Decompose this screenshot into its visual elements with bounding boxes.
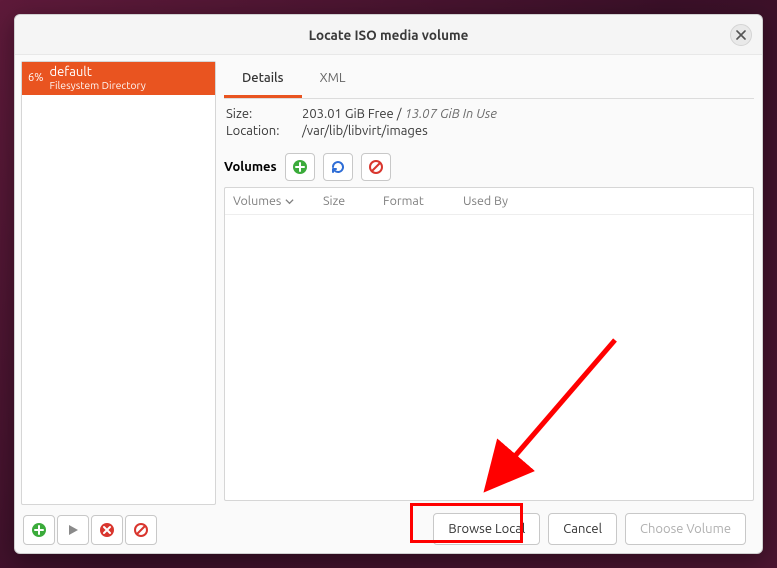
cancel-button[interactable]: Cancel — [548, 513, 617, 545]
volumes-header: Volumes Size Format Used By — [225, 188, 753, 215]
dialog-body: 6% default Filesystem Directory — [15, 55, 762, 553]
chevron-down-icon — [285, 197, 294, 206]
browse-local-button[interactable]: Browse Local — [433, 513, 540, 545]
col-used-by[interactable]: Used By — [463, 194, 745, 208]
pool-name: default — [49, 66, 145, 80]
close-button[interactable] — [730, 24, 752, 46]
col-format[interactable]: Format — [383, 194, 463, 208]
size-row: Size: 203.01 GiB Free / 13.07 GiB In Use — [226, 107, 752, 121]
volumes-table[interactable]: Volumes Size Format Used By — [224, 187, 754, 501]
choose-volume-button: Choose Volume — [625, 513, 746, 545]
refresh-icon — [330, 159, 346, 175]
volumes-toolbar: Volumes — [224, 153, 754, 181]
pool-actions — [21, 509, 220, 553]
start-pool-button[interactable] — [57, 515, 89, 545]
add-icon — [31, 522, 47, 538]
pool-type: Filesystem Directory — [49, 80, 145, 91]
location-value: /var/lib/libvirt/images — [302, 124, 428, 138]
sidebar: 6% default Filesystem Directory — [15, 55, 220, 553]
size-free: 203.01 GiB Free — [302, 107, 394, 121]
close-icon — [736, 30, 746, 40]
size-in-use: 13.07 GiB In Use — [404, 107, 496, 121]
refresh-volumes-button[interactable] — [323, 153, 353, 181]
tabs: Details XML — [224, 61, 754, 99]
tab-details[interactable]: Details — [224, 61, 302, 98]
size-label: Size: — [226, 107, 294, 121]
pool-info: Size: 203.01 GiB Free / 13.07 GiB In Use… — [224, 99, 754, 147]
dialog-window: Locate ISO media volume 6% default Files… — [14, 14, 763, 554]
delete-pool-button[interactable] — [125, 515, 157, 545]
delete-volume-button[interactable] — [361, 153, 391, 181]
main-panel: Details XML Size: 203.01 GiB Free / 13.0… — [220, 55, 762, 553]
tab-xml[interactable]: XML — [302, 61, 364, 98]
forbid-icon — [133, 522, 149, 538]
pool-item-default[interactable]: 6% default Filesystem Directory — [22, 62, 215, 95]
footer: Browse Local Cancel Choose Volume — [224, 507, 754, 553]
pool-usage-percent: 6% — [28, 72, 43, 84]
add-volume-button[interactable] — [285, 153, 315, 181]
add-pool-button[interactable] — [23, 515, 55, 545]
volumes-label: Volumes — [224, 160, 277, 174]
location-row: Location: /var/lib/libvirt/images — [226, 124, 752, 138]
play-icon — [67, 524, 79, 536]
stop-icon — [99, 522, 115, 538]
window-title: Locate ISO media volume — [309, 27, 469, 43]
pool-list[interactable]: 6% default Filesystem Directory — [21, 61, 216, 505]
col-volumes[interactable]: Volumes — [233, 194, 323, 208]
titlebar: Locate ISO media volume — [15, 15, 762, 55]
stop-pool-button[interactable] — [91, 515, 123, 545]
volumes-body — [225, 215, 753, 500]
location-label: Location: — [226, 124, 294, 138]
col-size[interactable]: Size — [323, 194, 383, 208]
add-icon — [292, 159, 308, 175]
forbid-icon — [368, 159, 384, 175]
